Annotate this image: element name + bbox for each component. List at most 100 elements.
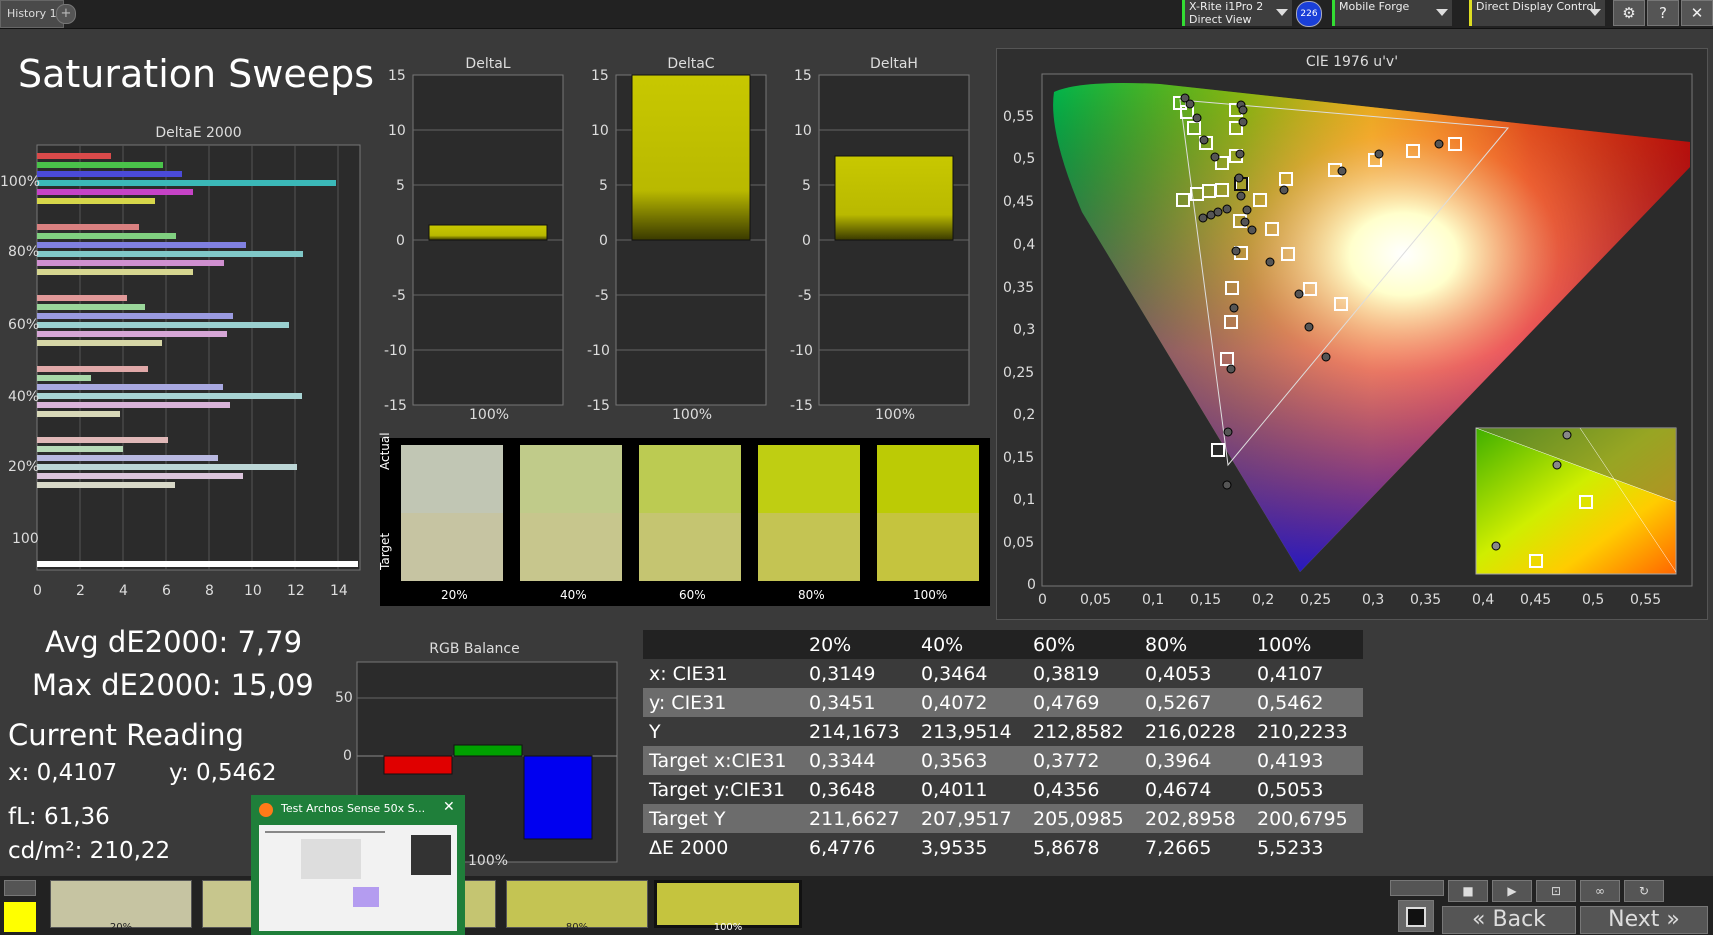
deltac-xlabel: 100% (672, 407, 713, 423)
swatch-target-80 (758, 513, 860, 581)
bar-20-blue (37, 455, 218, 461)
patch-80[interactable] (506, 880, 648, 928)
table-header-row: 20% 40% 60% 80% 100% (643, 630, 1363, 659)
close-icon[interactable]: ✕ (443, 799, 455, 815)
delta-ytick: 15 (388, 68, 406, 84)
badge-count[interactable]: 226 (1296, 1, 1322, 27)
stop-button[interactable] (1398, 900, 1434, 932)
bar-40-blue (37, 384, 223, 390)
cie-xtick: 0,35 (1410, 592, 1442, 608)
deltae-xtick: 14 (330, 583, 348, 599)
cie-xtick: 0 (1038, 592, 1047, 608)
cie-xtick: 0,45 (1520, 592, 1552, 608)
chevron-down-icon (1436, 9, 1448, 16)
table-row: x: CIE31 0,3149 0,3464 0,3819 0,4053 0,4107 (643, 659, 1363, 688)
next-chevron-icon: » (1666, 907, 1680, 932)
delta-ytick: -10 (384, 343, 407, 359)
loop-button[interactable]: ∞ (1580, 880, 1620, 902)
help-icon[interactable]: ? (1647, 0, 1679, 26)
patch-20[interactable] (50, 880, 192, 928)
back-chevron-icon: « (1472, 907, 1486, 932)
scroll-up-button[interactable] (1390, 880, 1444, 896)
bar-60-blue (37, 313, 233, 319)
gear-icon[interactable]: ⚙ (1613, 0, 1645, 26)
close-icon[interactable]: ✕ (1681, 0, 1713, 26)
cie-xtick: 0,15 (1190, 592, 1222, 608)
cie-xtick: 0,4 (1472, 592, 1495, 608)
table-row: Target Y 211,6627 207,9517 205,0985 202,8958… (643, 804, 1363, 833)
bar-60-cyan (37, 322, 289, 328)
rgb-ytick: 0 (343, 748, 352, 764)
table-row: Target y:CIE31 0,3648 0,4011 0,4356 0,4674 0,… (643, 775, 1363, 804)
bar-60-red (37, 295, 127, 301)
bar-100-yellow (37, 198, 155, 204)
delta-ytick: 15 (794, 68, 812, 84)
deltac-bar (631, 74, 751, 241)
add-tab-button[interactable]: + (56, 4, 76, 24)
swatch-label: 40% (560, 588, 587, 602)
bar-80-magenta (37, 260, 224, 266)
swatch-target-100 (877, 513, 979, 581)
deltae-xtick: 0 (33, 583, 42, 599)
table-header: 80% (1145, 633, 1188, 656)
next-label: Next (1608, 907, 1660, 932)
current-reading-heading: Current Reading (8, 718, 244, 752)
bar-20-yellow (37, 482, 175, 488)
tab-history-1[interactable]: History 1 (0, 0, 64, 28)
table-row: y: CIE31 0,3451 0,4072 0,4769 0,5267 0,5462 (643, 688, 1363, 717)
display-control-name: Direct Display Control (1476, 0, 1597, 13)
firefox-taskbar-preview[interactable]: Test Archos Sense 50x S... ✕ (251, 795, 465, 935)
bar-80-green (37, 233, 176, 239)
delta-ytick: 5 (599, 178, 608, 194)
measurement-table-panel: 20% 40% 60% 80% 100% x: CIE31 0,3149 0,346… (643, 630, 1383, 870)
display-control-selector[interactable]: Direct Display Control (1469, 0, 1605, 26)
rgb-xlabel: 100% (468, 853, 509, 869)
bar-40-cyan (37, 393, 302, 399)
meter-selector[interactable]: X-Rite i1Pro 2 Direct View (1182, 0, 1292, 26)
patch-label: 80% (565, 922, 589, 933)
bar-100-magenta (37, 189, 193, 195)
source-selector[interactable]: Mobile Forge (1332, 0, 1452, 26)
bar-40-yellow (37, 411, 120, 417)
patch-label: 100% (713, 922, 743, 933)
next-button[interactable]: Next » (1580, 906, 1708, 934)
bar-20-green (37, 446, 123, 452)
deltal-bar (428, 224, 548, 241)
deltae-chart (36, 144, 361, 571)
reading-fl: fL: 61,36 (8, 804, 110, 830)
firefox-icon (259, 803, 273, 817)
back-button[interactable]: « Back (1442, 906, 1576, 934)
cie-xtick: 0,3 (1362, 592, 1385, 608)
top-bar (0, 0, 1713, 29)
refresh-button[interactable]: ↻ (1624, 880, 1664, 902)
cie-ytick: 0,55 (1003, 109, 1035, 125)
patch-100-selected[interactable] (654, 880, 802, 928)
swatch-actual-60 (639, 445, 741, 513)
reading-y: y: 0,5462 (169, 760, 277, 786)
table-row: ΔE 2000 6,4776 3,9535 5,8678 7,2665 5,5233 (643, 833, 1363, 862)
swatch-actual-40 (520, 445, 622, 513)
delta-ytick: -10 (587, 343, 610, 359)
delta-ytick: -10 (790, 343, 813, 359)
deltae-ylabel: 80% (8, 244, 40, 260)
bar-80-yellow (37, 269, 193, 275)
cie-ytick: 0,1 (1013, 492, 1036, 508)
scroll-up-button[interactable] (4, 880, 36, 896)
cie-ytick: 0 (1027, 577, 1036, 593)
reading-cdm2: cd/m²: 210,22 (8, 838, 171, 864)
swatch-actual-80 (758, 445, 860, 513)
rgb-green-bar (453, 744, 523, 757)
measure-button[interactable]: ⊡ (1536, 880, 1576, 902)
deltae-ylabel: 40% (8, 389, 40, 405)
delta-ytick: 0 (802, 233, 811, 249)
play-button[interactable]: ▶ (1492, 880, 1532, 902)
patch-label: 20% (109, 922, 133, 933)
bar-80-cyan (37, 251, 303, 257)
deltah-xlabel: 100% (875, 407, 916, 423)
bar-60-magenta (37, 331, 227, 337)
deltae-xtick: 12 (287, 583, 305, 599)
bar-100-white (37, 561, 358, 567)
pause-button[interactable]: ■ (1448, 880, 1488, 902)
cie-ytick: 0,5 (1013, 151, 1036, 167)
current-color-indicator (4, 902, 36, 932)
